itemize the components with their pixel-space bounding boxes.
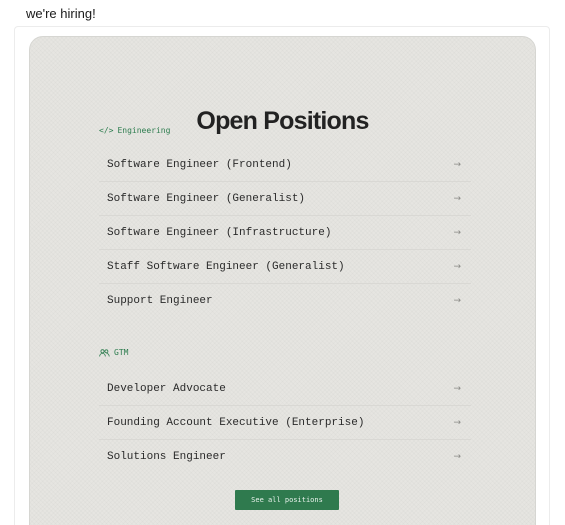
page: we're hiring! Open Positions </> Enginee… bbox=[0, 0, 565, 525]
job-title: Developer Advocate bbox=[107, 382, 226, 395]
job-row-staff-software-engineer-generalist[interactable]: Staff Software Engineer (Generalist) → bbox=[99, 250, 471, 284]
see-all-positions-button[interactable]: See all positions bbox=[235, 490, 339, 510]
job-row-software-engineer-frontend[interactable]: Software Engineer (Frontend) → bbox=[99, 148, 471, 182]
section-label-gtm: GTM bbox=[99, 348, 128, 357]
section-label-text: Engineering bbox=[117, 126, 171, 135]
open-positions-card: Open Positions </> Engineering Software … bbox=[29, 36, 536, 525]
job-title: Solutions Engineer bbox=[107, 451, 226, 463]
job-row-support-engineer[interactable]: Support Engineer → bbox=[99, 284, 471, 318]
job-row-solutions-engineer[interactable]: Solutions Engineer → bbox=[99, 440, 471, 474]
job-title: Staff Software Engineer (Generalist) bbox=[107, 260, 345, 273]
arrow-right-icon: → bbox=[453, 261, 461, 272]
section-label-text: GTM bbox=[114, 348, 129, 357]
gtm-list: Developer Advocate → Founding Account Ex… bbox=[99, 372, 471, 474]
arrow-right-icon: → bbox=[453, 452, 461, 462]
arrow-right-icon: → bbox=[453, 417, 461, 428]
job-title: Software Engineer (Infrastructure) bbox=[107, 226, 332, 239]
users-icon-svg bbox=[99, 348, 110, 356]
arrow-right-icon: → bbox=[453, 227, 461, 238]
job-row-software-engineer-generalist[interactable]: Software Engineer (Generalist) → bbox=[99, 182, 471, 216]
job-title: Software Engineer (Frontend) bbox=[107, 158, 292, 171]
job-title: Founding Account Executive (Enterprise) bbox=[107, 416, 365, 429]
arrow-right-icon: → bbox=[453, 159, 461, 170]
users-icon bbox=[99, 348, 110, 357]
job-row-developer-advocate[interactable]: Developer Advocate → bbox=[99, 372, 471, 406]
arrow-right-icon: → bbox=[453, 383, 461, 394]
arrow-right-icon: → bbox=[453, 193, 461, 204]
job-row-software-engineer-infrastructure[interactable]: Software Engineer (Infrastructure) → bbox=[99, 216, 471, 250]
post-text: we're hiring! bbox=[26, 6, 96, 21]
code-icon: </> bbox=[99, 126, 114, 135]
job-row-founding-account-executive[interactable]: Founding Account Executive (Enterprise) … bbox=[99, 406, 471, 440]
section-label-engineering: </> Engineering bbox=[99, 126, 170, 135]
job-title: Support Engineer bbox=[107, 295, 213, 307]
engineering-list: Software Engineer (Frontend) → Software … bbox=[99, 148, 471, 318]
arrow-right-icon: → bbox=[453, 296, 461, 306]
job-title: Software Engineer (Generalist) bbox=[107, 192, 306, 205]
